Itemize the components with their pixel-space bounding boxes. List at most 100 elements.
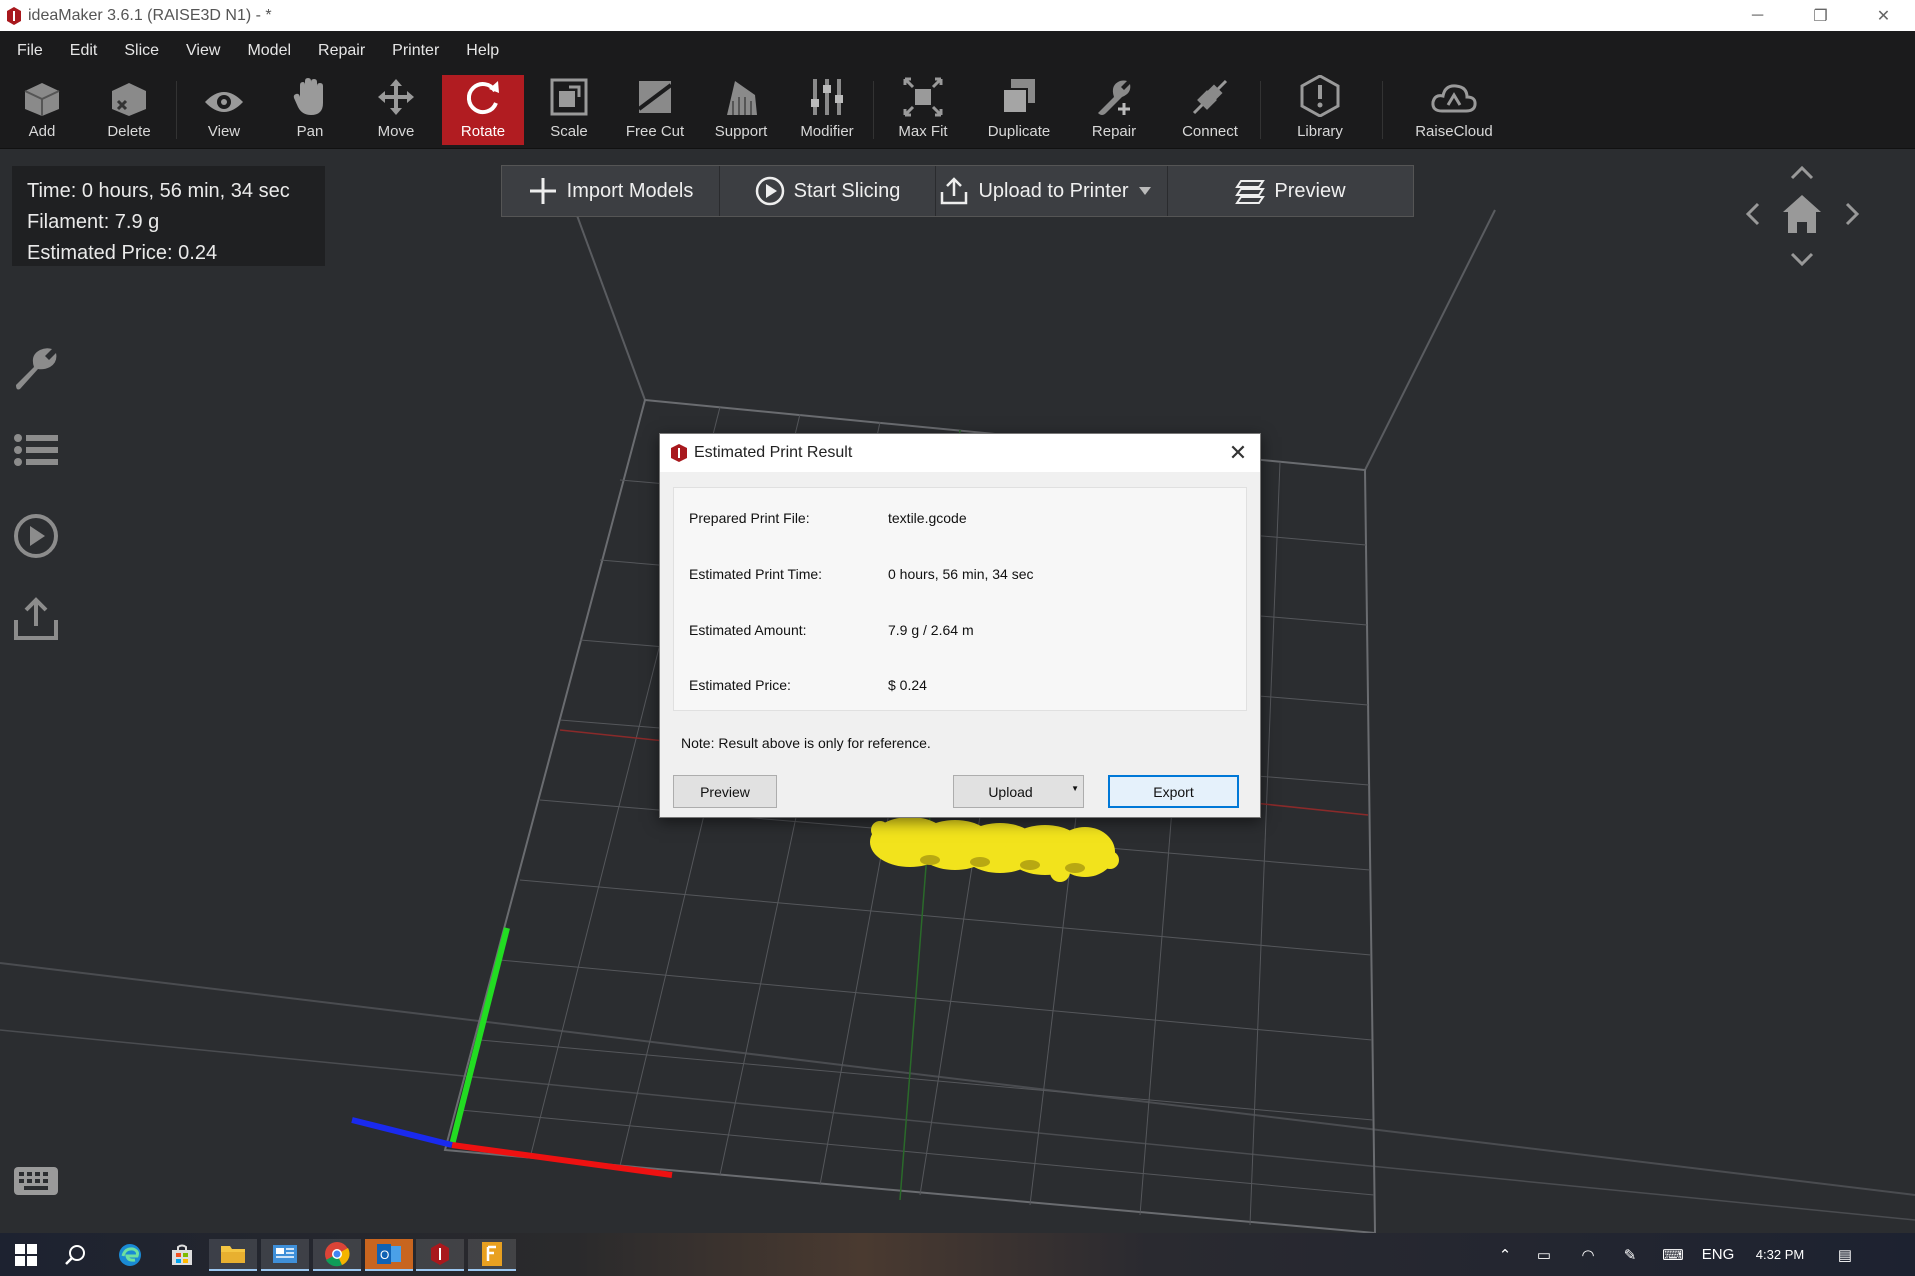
close-window-button[interactable]: ✕ xyxy=(1852,0,1915,31)
wifi-icon[interactable]: ◠ xyxy=(1566,1246,1610,1264)
result-details: Prepared Print File: textile.gcode Estim… xyxy=(673,487,1247,711)
upload-dropdown-arrow-icon[interactable]: ▼ xyxy=(1071,784,1079,793)
preview-button[interactable]: Preview xyxy=(1168,166,1413,216)
print-time-text: Time: 0 hours, 56 min, 34 sec xyxy=(27,180,290,202)
upload-dropdown-button[interactable] xyxy=(1132,166,1168,216)
dialog-title-bar: Estimated Print Result ✕ xyxy=(660,434,1260,472)
start-slicing-button[interactable]: Start Slicing xyxy=(720,166,936,216)
language-indicator[interactable]: ENG xyxy=(1696,1246,1740,1263)
explorer-taskbar-button[interactable] xyxy=(209,1239,257,1271)
scale-tool-button[interactable]: Scale xyxy=(529,75,609,145)
clock[interactable]: 4:32 PM xyxy=(1740,1247,1820,1262)
menu-file[interactable]: File xyxy=(17,42,43,60)
ideamaker-taskbar-button[interactable] xyxy=(416,1239,464,1271)
library-tool-button[interactable]: Library xyxy=(1280,75,1360,145)
move-arrows-icon xyxy=(378,79,414,115)
nav-down-button[interactable] xyxy=(1790,252,1814,267)
dialog-upload-button[interactable]: Upload ▼ xyxy=(953,775,1084,808)
outlook-taskbar-button[interactable]: O xyxy=(365,1239,413,1271)
raisecloud-tool-button[interactable]: RaiseCloud xyxy=(1404,75,1504,145)
menu-view[interactable]: View xyxy=(186,42,220,60)
print-info-panel: Time: 0 hours, 56 min, 34 sec Filament: … xyxy=(12,166,325,266)
app-taskbar-button[interactable] xyxy=(468,1239,516,1271)
menu-edit[interactable]: Edit xyxy=(70,42,98,60)
edge-taskbar-button[interactable] xyxy=(106,1239,154,1271)
keyboard-shortcuts-button[interactable] xyxy=(12,1163,60,1204)
connect-tool-button[interactable]: Connect xyxy=(1170,75,1250,145)
library-icon xyxy=(1300,75,1340,117)
model-list-button[interactable] xyxy=(12,430,60,475)
notifications-icon[interactable]: ▤ xyxy=(1820,1246,1870,1264)
upload-to-printer-button[interactable]: Upload to Printer xyxy=(936,166,1132,216)
keyboard-icon xyxy=(14,1167,58,1195)
plus-icon xyxy=(529,178,556,204)
chrome-taskbar-button[interactable] xyxy=(313,1239,361,1271)
tray-overflow-icon[interactable]: ⌃ xyxy=(1488,1246,1522,1264)
side-upload-button[interactable] xyxy=(12,596,60,647)
connect-icon xyxy=(1192,79,1228,115)
view-tool-button[interactable]: View xyxy=(184,75,264,145)
windows-logo-icon xyxy=(15,1244,37,1266)
rotate-icon xyxy=(466,81,499,114)
support-tool-button[interactable]: Support xyxy=(701,75,781,145)
settings-wrench-button[interactable] xyxy=(12,345,60,396)
dialog-preview-button[interactable]: Preview xyxy=(673,775,777,808)
touch-keyboard-icon[interactable]: ⌨ xyxy=(1650,1246,1696,1264)
slice-play-button[interactable] xyxy=(12,512,60,565)
delete-tool-button[interactable]: Delete xyxy=(89,75,169,145)
layers-icon xyxy=(1235,180,1266,204)
menu-model[interactable]: Model xyxy=(247,42,291,60)
play-circle-icon xyxy=(14,514,58,558)
modifier-tool-button[interactable]: Modifier xyxy=(787,75,867,145)
menu-repair[interactable]: Repair xyxy=(318,42,365,60)
title-bar: ideaMaker 3.6.1 (RAISE3D N1) - * ─ ❐ ✕ xyxy=(0,0,1915,31)
start-button[interactable] xyxy=(2,1239,50,1271)
ideamaker-logo-icon xyxy=(431,1243,449,1265)
main-toolbar: Add Delete View Pan Move Rotate Scale Fr… xyxy=(0,71,1915,149)
rotate-tool-button[interactable]: Rotate xyxy=(442,75,524,145)
dialog-export-button[interactable]: Export xyxy=(1108,775,1239,808)
mail-taskbar-button[interactable] xyxy=(261,1239,309,1271)
store-taskbar-button[interactable] xyxy=(158,1239,206,1271)
add-cube-icon xyxy=(24,83,60,116)
estimated-print-result-dialog: Estimated Print Result ✕ Prepared Print … xyxy=(659,433,1261,818)
nav-up-button[interactable] xyxy=(1790,165,1814,180)
support-icon xyxy=(727,81,757,115)
nav-right-button[interactable] xyxy=(1845,202,1860,226)
duplicate-tool-button[interactable]: Duplicate xyxy=(979,75,1059,145)
restore-button[interactable]: ❐ xyxy=(1789,0,1852,31)
menu-slice[interactable]: Slice xyxy=(124,42,159,60)
ideamaker-logo-icon xyxy=(671,444,687,462)
upload-icon xyxy=(14,597,58,640)
view-navigation xyxy=(1745,160,1860,270)
dialog-title: Estimated Print Result xyxy=(694,444,853,461)
edge-icon xyxy=(119,1244,141,1266)
cut-icon xyxy=(637,81,673,113)
pan-tool-button[interactable]: Pan xyxy=(270,75,350,145)
menu-help[interactable]: Help xyxy=(466,42,499,60)
folder-icon xyxy=(221,1246,245,1263)
svg-text:O: O xyxy=(380,1248,389,1262)
nav-left-button[interactable] xyxy=(1745,202,1760,226)
search-button[interactable] xyxy=(52,1239,100,1271)
free-cut-tool-button[interactable]: Free Cut xyxy=(615,75,695,145)
max-fit-tool-button[interactable]: Max Fit xyxy=(883,75,963,145)
menu-bar: File Edit Slice View Model Repair Printe… xyxy=(0,31,1915,71)
pen-icon[interactable]: ✎ xyxy=(1610,1246,1650,1264)
repair-tool-button[interactable]: Repair xyxy=(1074,75,1154,145)
move-tool-button[interactable]: Move xyxy=(356,75,436,145)
maxfit-icon xyxy=(903,77,943,117)
close-icon[interactable]: ✕ xyxy=(1226,441,1250,465)
minimize-button[interactable]: ─ xyxy=(1726,0,1789,31)
battery-icon[interactable]: ▭ xyxy=(1522,1246,1566,1264)
add-tool-button[interactable]: Add xyxy=(2,75,82,145)
windows-taskbar: O ⌃ ▭ ◠ ✎ ⌨ ENG 4:32 PM ▤ xyxy=(0,1233,1915,1276)
import-models-button[interactable]: Import Models xyxy=(502,166,720,216)
document-app-icon xyxy=(482,1242,502,1266)
home-icon[interactable] xyxy=(1783,195,1821,233)
eye-icon xyxy=(205,92,243,112)
ideamaker-logo-icon xyxy=(7,6,21,25)
menu-printer[interactable]: Printer xyxy=(392,42,439,60)
search-icon xyxy=(65,1245,85,1265)
list-icon xyxy=(14,434,58,466)
